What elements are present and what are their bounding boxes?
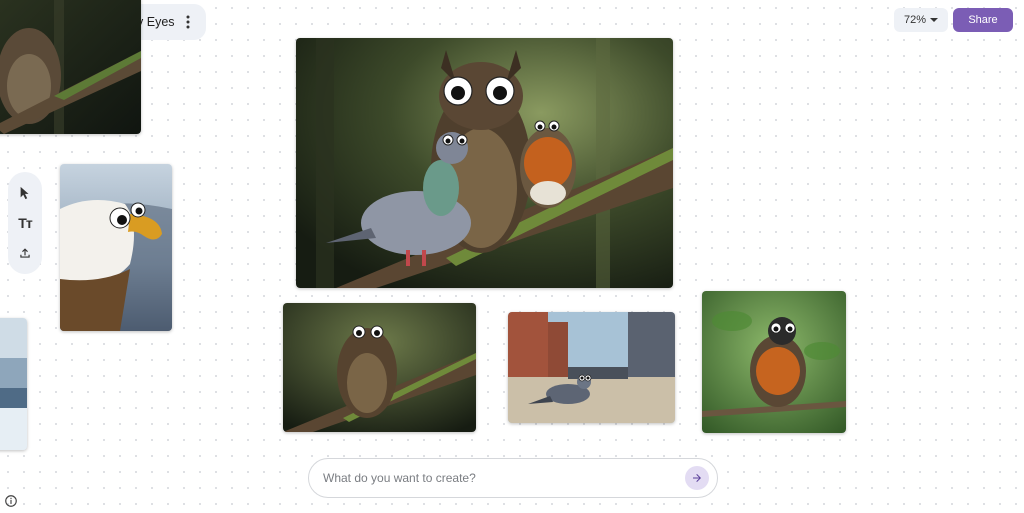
info-icon[interactable] [4,494,18,508]
canvas-image-robin[interactable] [702,291,846,433]
canvas-image-pigeon[interactable] [508,312,675,423]
prompt-input[interactable] [321,470,685,486]
upload-icon[interactable] [14,242,36,264]
prompt-bar [308,458,718,498]
zoom-level: 72% [903,14,927,26]
chevron-down-icon [930,18,939,22]
send-arrow-icon[interactable] [685,466,709,490]
canvas-image-snow-left[interactable] [0,318,27,450]
cursor-icon[interactable] [14,182,36,204]
canvas-image-owl[interactable] [283,303,476,432]
more-vert-icon[interactable] [180,12,196,32]
canvas-image-main-birds[interactable] [296,38,673,288]
tool-palette: Tт [8,172,42,274]
canvas-image-owl-topleft[interactable] [0,0,141,134]
canvas-image-eagle[interactable] [60,164,172,331]
share-button[interactable]: Share [953,8,1013,32]
zoom-dropdown[interactable]: 72% [894,8,948,32]
text-icon[interactable]: Tт [14,212,36,234]
